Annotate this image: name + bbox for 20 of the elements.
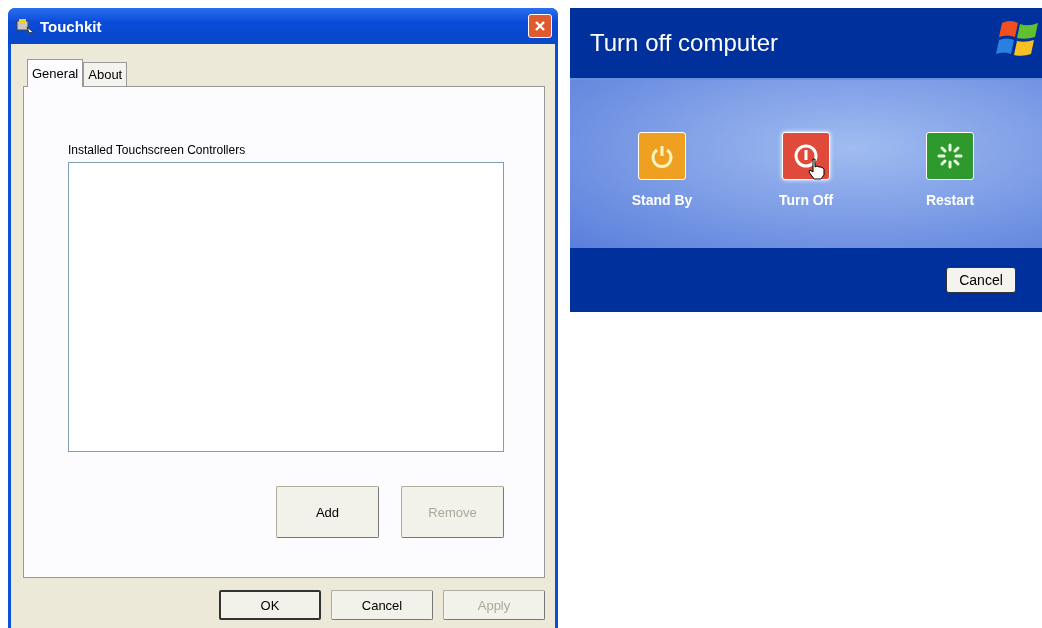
option-label: Stand By [631, 192, 693, 208]
dialog-button[interactable]: Cancel [331, 590, 433, 620]
list-button[interactable]: Add [276, 486, 379, 538]
window-title: Touchkit [40, 17, 103, 35]
restart-icon [936, 142, 964, 170]
hand-cursor-icon [808, 158, 826, 180]
power-icon [792, 142, 820, 170]
dialog-title: Turn off computer [590, 29, 779, 57]
cancel-button[interactable]: Cancel [946, 267, 1016, 293]
option-label: Restart [925, 192, 975, 208]
tab[interactable]: General [27, 59, 84, 87]
list-label: Installed Touchscreen Controllers [68, 143, 247, 157]
option-label: Turn Off [778, 192, 834, 208]
close-icon [534, 20, 546, 32]
close-button[interactable] [528, 14, 552, 38]
option-button[interactable] [926, 132, 974, 180]
app-icon [16, 18, 34, 34]
option-button[interactable] [782, 132, 830, 180]
dialog-button[interactable]: OK [219, 590, 321, 620]
tab[interactable]: About [83, 62, 128, 86]
